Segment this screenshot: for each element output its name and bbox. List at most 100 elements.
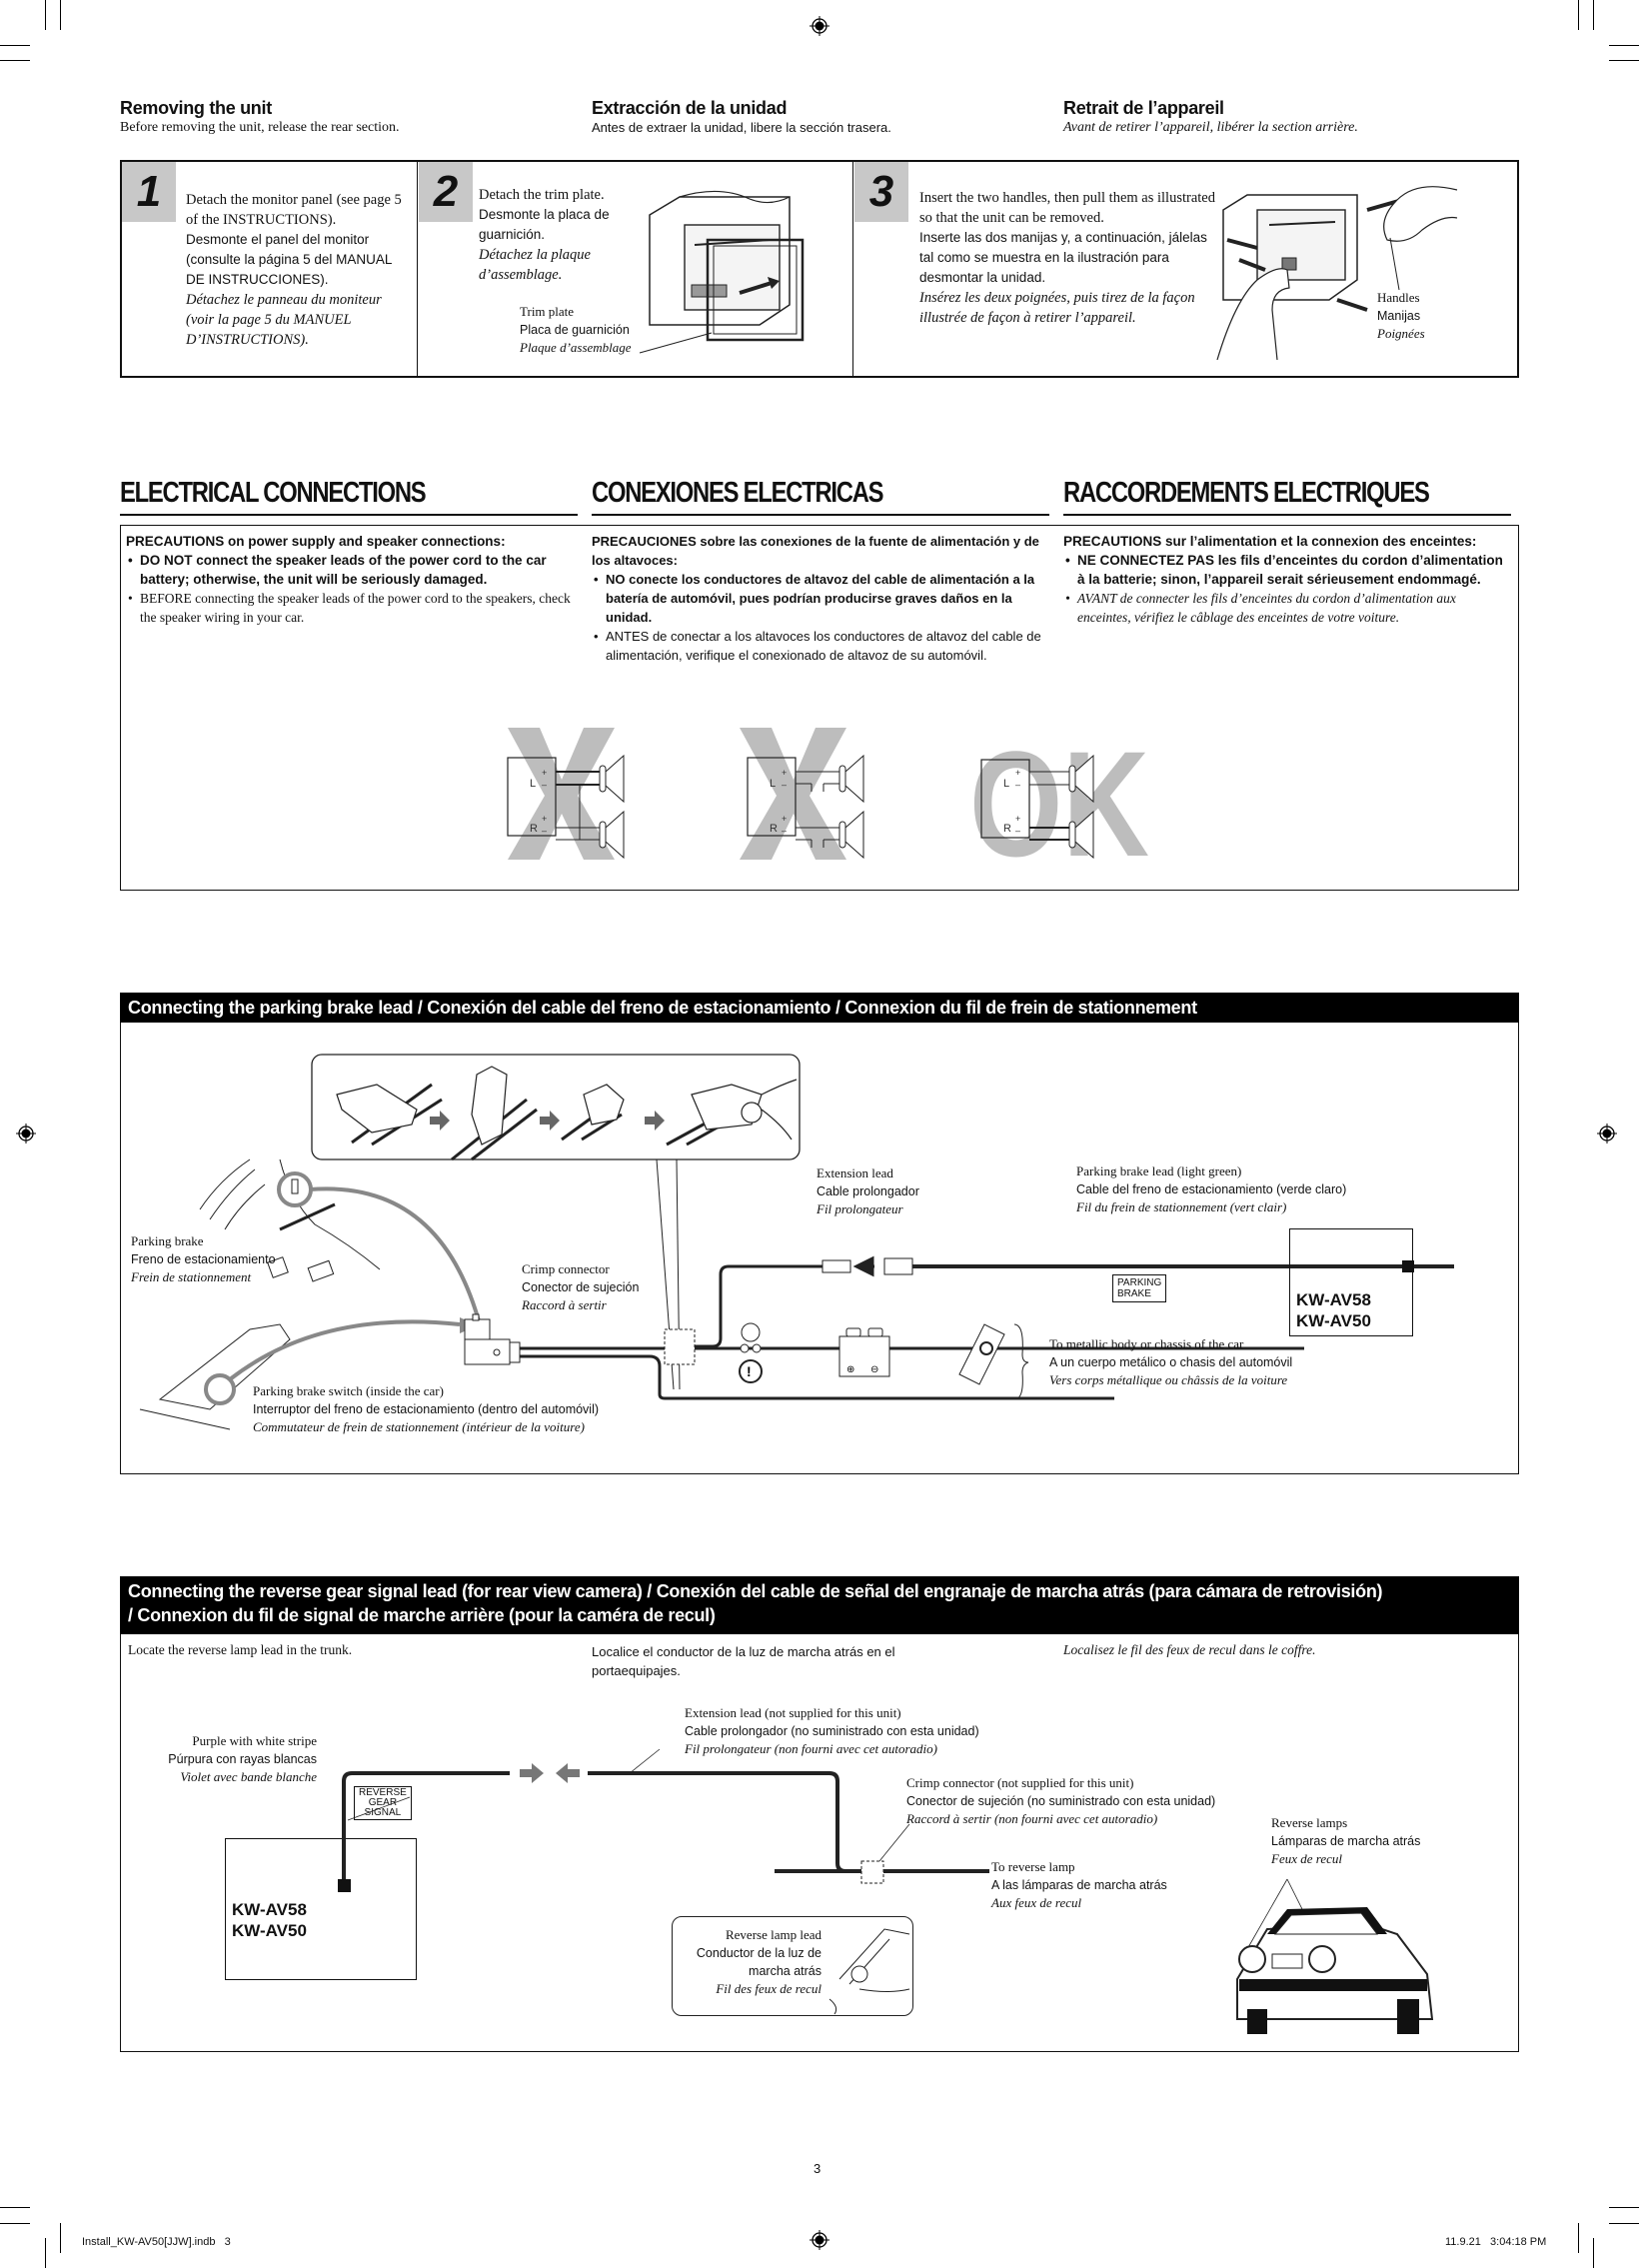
section-subtitle: Avant de retirer l’appareil, libérer la … bbox=[1063, 120, 1358, 135]
trim-plate-callout: Trim plate Placa de guarnición Plaque d’… bbox=[520, 303, 632, 357]
label-es: Freno de estacionamiento bbox=[131, 1252, 276, 1266]
svg-text:–: – bbox=[782, 780, 787, 790]
svg-text:+: + bbox=[782, 768, 787, 778]
step-text-es: Inserte las dos manijas y, a continuació… bbox=[919, 230, 1207, 285]
label-en: Crimp connector (not supplied for this u… bbox=[906, 1775, 1134, 1790]
label-en: Parking brake bbox=[131, 1233, 204, 1248]
label-es: Conductor de la luz de bbox=[696, 1946, 821, 1960]
svg-text:+: + bbox=[542, 768, 547, 778]
svg-text:–: – bbox=[782, 826, 787, 836]
svg-text:+: + bbox=[1015, 814, 1020, 824]
model-name: KW-AV58 bbox=[1296, 1290, 1371, 1309]
locate-es: Localice el conductor de la luz de march… bbox=[592, 1644, 895, 1678]
crimp-connector-icon bbox=[860, 1860, 884, 1884]
print-timestamp: 11.9.21 3:04:18 PM bbox=[1445, 2236, 1547, 2248]
heading-underline bbox=[592, 514, 1049, 516]
callout-fr: Plaque d’assemblage bbox=[520, 340, 632, 355]
arrow-left-icon bbox=[556, 1763, 580, 1783]
precaution-item: NO conecte los conductores de altavoz de… bbox=[592, 570, 1046, 627]
svg-text:+: + bbox=[782, 814, 787, 824]
trim-plate-illustration bbox=[639, 190, 805, 354]
heading-es: CONEXIONES ELECTRICAS bbox=[592, 477, 884, 509]
step-text-fr: Détachez la plaque d’assemblage. bbox=[479, 247, 591, 283]
svg-text:–: – bbox=[1015, 826, 1020, 836]
svg-text:L: L bbox=[770, 778, 776, 790]
precautions-fr: PRECAUTIONS sur l’alimentation et la con… bbox=[1063, 532, 1508, 627]
precautions-lead: PRECAUCIONES sobre las conexiones de la … bbox=[592, 534, 1039, 568]
heading-underline bbox=[120, 514, 578, 516]
parking-lead-plug-icon bbox=[883, 1257, 913, 1275]
registration-mark-left bbox=[16, 1124, 36, 1143]
removing-column-fr: Retrait de l’appareil Avant de retirer l… bbox=[1063, 98, 1503, 136]
car-rear-illustration bbox=[1236, 1878, 1434, 2034]
precaution-item: ANTES de conectar a los altavoces los co… bbox=[592, 627, 1046, 665]
precaution-item: NE CONNECTEZ PAS les fils d’enceintes du… bbox=[1063, 551, 1508, 589]
svg-text:R: R bbox=[1003, 823, 1011, 835]
label-es: Cable del freno de estacionamiento (verd… bbox=[1076, 1182, 1347, 1196]
model-name: KW-AV50 bbox=[1296, 1311, 1371, 1330]
heading-fr: RACCORDEMENTS ELECTRIQUES bbox=[1063, 477, 1430, 509]
callout-en: Trim plate bbox=[520, 304, 575, 319]
arrow-right-icon bbox=[520, 1763, 544, 1783]
heading-en: ELECTRICAL CONNECTIONS bbox=[120, 477, 427, 509]
section-title: Extracción de la unidad bbox=[592, 98, 788, 118]
label-es: A un cuerpo metálico o chasis del automó… bbox=[1049, 1355, 1293, 1369]
step-number: 1 bbox=[122, 162, 176, 222]
svg-text:!: ! bbox=[747, 1363, 752, 1379]
channel-label-r: R bbox=[530, 823, 538, 835]
step-text-en: Detach the monitor panel (see page 5 of … bbox=[186, 192, 402, 228]
label-fr: Fil du frein de stationnement (vert clai… bbox=[1076, 1199, 1287, 1214]
section-header: Connecting the reverse gear signal lead … bbox=[120, 1576, 1519, 1634]
header-line: Connecting the reverse gear signal lead … bbox=[128, 1581, 1383, 1601]
parking-brake-lead-label: Parking brake lead (light green) Cable d… bbox=[1076, 1162, 1346, 1216]
tag-line: PARKING bbox=[1117, 1277, 1162, 1288]
wiring-diagram-wrong-2: L R + – + – bbox=[740, 728, 864, 860]
step-text-es: Desmonte la placa de guarnición. bbox=[479, 207, 610, 242]
ok-label: OK bbox=[969, 720, 1149, 888]
divider bbox=[417, 161, 418, 377]
handles-callout: Handles Manijas Poignées bbox=[1377, 289, 1425, 343]
registration-mark-bottom bbox=[810, 2230, 829, 2250]
precaution-item: DO NOT connect the speaker leads of the … bbox=[126, 551, 576, 589]
extension-lead-label: Extension lead (not supplied for this un… bbox=[685, 1704, 979, 1758]
svg-text:–: – bbox=[542, 780, 547, 790]
parking-brake-tag: PARKING BRAKE bbox=[1112, 1274, 1167, 1302]
precautions-es: PRECAUCIONES sobre las conexiones de la … bbox=[592, 532, 1046, 665]
extension-plug-icon bbox=[821, 1259, 851, 1273]
callout-es: Manijas bbox=[1377, 309, 1421, 323]
callout-fr: Poignées bbox=[1377, 326, 1425, 341]
step-text-en: Insert the two handles, then pull them a… bbox=[919, 190, 1215, 226]
locate-fr: Localisez le fil des feux de recul dans … bbox=[1063, 1642, 1316, 1657]
label-es: Cable prolongador (no suministrado con e… bbox=[685, 1724, 979, 1738]
label-fr: Aux feux de recul bbox=[991, 1895, 1082, 1910]
svg-text:+: + bbox=[542, 814, 547, 824]
label-fr: Fil prolongateur (non fourni avec cet au… bbox=[685, 1741, 937, 1756]
label-en: To reverse lamp bbox=[991, 1859, 1075, 1874]
callout-es: Placa de guarnición bbox=[520, 323, 630, 337]
trunk-lamp-illustration bbox=[828, 1928, 910, 2015]
to-reverse-lamp-label: To reverse lamp A las lámparas de marcha… bbox=[991, 1858, 1167, 1912]
removing-column-en: Removing the unit Before removing the un… bbox=[120, 98, 560, 136]
label-fr: Fil prolongateur bbox=[817, 1201, 903, 1216]
step-number: 3 bbox=[854, 162, 908, 222]
model-names: KW-AV58 KW-AV50 bbox=[1296, 1289, 1371, 1331]
bulb-icon bbox=[741, 1322, 761, 1342]
step-2-text: Detach the trim plate. Desmonte la placa… bbox=[479, 185, 639, 285]
section-subtitle: Before removing the unit, release the re… bbox=[120, 120, 400, 135]
label-en: Extension lead bbox=[817, 1165, 893, 1180]
label-fr: Vers corps métallique ou châssis de la v… bbox=[1049, 1372, 1288, 1387]
svg-text:L: L bbox=[1003, 778, 1009, 790]
svg-text:–: – bbox=[1015, 780, 1020, 790]
ground-label: To metallic body or chassis of the car A… bbox=[1049, 1335, 1292, 1389]
label-en: To metallic body or chassis of the car bbox=[1049, 1336, 1244, 1351]
svg-text:⊖: ⊖ bbox=[870, 1364, 878, 1375]
crimp-connector-icon bbox=[664, 1328, 696, 1365]
svg-text:–: – bbox=[542, 826, 547, 836]
parking-brake-label: Parking brake Freno de estacionamiento F… bbox=[131, 1232, 276, 1286]
precautions-lead: PRECAUTIONS sur l’alimentation et la con… bbox=[1063, 534, 1477, 549]
label-es: Lámparas de marcha atrás bbox=[1271, 1834, 1421, 1848]
label-es: Conector de sujeción (no suministrado co… bbox=[906, 1794, 1216, 1808]
label-en: Reverse lamp lead bbox=[725, 1927, 821, 1942]
locate-en: Locate the reverse lamp lead in the trun… bbox=[128, 1642, 353, 1657]
page-number: 3 bbox=[814, 2161, 821, 2176]
